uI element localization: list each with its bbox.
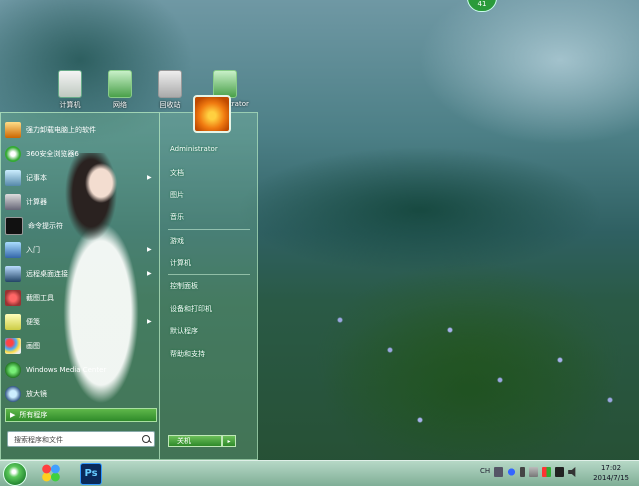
notepad-icon [5,170,21,186]
shutdown-button[interactable]: 关机 [168,435,222,447]
clock-date: 2014/7/15 [593,474,629,482]
cmd-icon [5,217,23,235]
submenu-arrow-icon: ▶ [147,318,152,325]
wallpaper-flowers [300,260,639,460]
all-programs-label: 所有程序 [19,411,48,419]
desktop-icon-recycle-bin[interactable]: 回收站 [150,70,190,110]
submenu-arrow-icon: ▶ [147,246,152,253]
keyboard-icon[interactable] [494,467,504,477]
program-label: 强力卸载电脑上的软件 [26,126,96,134]
sticky-notes-icon [5,314,21,330]
program-item[interactable]: 计算器 [5,193,47,211]
all-programs-button[interactable]: ▶ 所有程序 [5,408,157,422]
program-item[interactable]: 画图 [5,337,40,355]
taskbar: Ps CH 17:02 2014/7/15 [0,460,639,486]
getting-started-icon [5,242,21,258]
program-item[interactable]: Windows Media Center [5,361,106,379]
play-arrow-icon: ▶ [10,411,16,419]
program-label: 便笺 [26,318,40,326]
divider [168,229,250,230]
notification-badge[interactable]: 41 [467,0,497,12]
flag-icon[interactable] [542,467,552,477]
place-item-documents[interactable]: 文档 [170,168,184,178]
tray-arrow-icon[interactable] [529,467,539,477]
search-icon [142,435,150,443]
pen-icon[interactable] [520,467,526,477]
uninstall-icon [5,122,21,138]
program-label: 命令提示符 [28,222,63,230]
program-item[interactable]: 截图工具 [5,289,54,307]
desktop-icon-label: 计算机 [59,101,81,109]
start-button[interactable] [3,462,27,486]
program-item[interactable]: 命令提示符 [5,217,63,235]
start-menu-places-pane: Administrator 文档 图片 音乐 游戏 计算机 控制面板 设备和打印… [160,95,258,460]
program-item[interactable]: 强力卸载电脑上的软件 [5,121,96,139]
network-status-icon[interactable] [555,467,565,477]
place-item-games[interactable]: 游戏 [170,236,184,246]
place-item-devices-printers[interactable]: 设备和打印机 [170,304,212,314]
program-label: 入门 [26,246,40,254]
program-item[interactable]: 360安全浏览器6 [5,145,79,163]
start-menu: 强力卸载电脑上的软件 360安全浏览器6 记事本 ▶ 计算器 命令提示符 入门 … [0,95,258,460]
browser-icon [5,146,21,162]
program-item[interactable]: 入门 [5,241,40,259]
computer-icon [58,70,82,98]
clock-time: 17:02 [600,464,622,472]
program-item[interactable]: 便笺 [5,313,40,331]
place-item-pictures[interactable]: 图片 [170,190,184,200]
taskbar-app-photoshop[interactable]: Ps [80,463,102,485]
submenu-arrow-icon: ▶ [147,174,152,181]
place-item-user[interactable]: Administrator [170,145,218,153]
place-item-computer[interactable]: 计算机 [170,258,191,268]
program-item[interactable]: 放大镜 [5,385,47,403]
magnifier-icon [5,386,21,402]
remote-desktop-icon [5,266,21,282]
program-item[interactable]: 记事本 [5,169,47,187]
shutdown-options-button[interactable]: ▸ [222,435,236,447]
shutdown-label: 关机 [177,437,191,445]
program-label: 远程桌面连接 [26,270,68,278]
user-picture[interactable] [193,95,231,133]
desktop-icon-computer[interactable]: 计算机 [50,70,90,110]
clock[interactable]: 17:02 2014/7/15 [593,463,629,483]
taskbar-app-launcher[interactable] [40,463,62,483]
program-label: Windows Media Center [26,366,107,374]
program-item[interactable]: 远程桌面连接 [5,265,68,283]
system-tray: CH [480,467,577,477]
desktop-icon-label: 网络 [113,101,127,109]
network-icon [108,70,132,98]
recycle-bin-icon [158,70,182,98]
place-item-help-support[interactable]: 帮助和支持 [170,349,205,359]
paint-icon [5,338,21,354]
program-label: 画图 [26,342,40,350]
language-indicator[interactable]: CH [480,467,490,477]
help-icon[interactable] [507,467,517,477]
place-item-default-programs[interactable]: 默认程序 [170,326,198,336]
program-label: 360安全浏览器6 [26,150,79,158]
chevron-right-icon: ▸ [227,438,231,445]
desktop-icon-network[interactable]: 网络 [100,70,140,110]
user-folder-icon [213,70,237,98]
calculator-icon [5,194,21,210]
volume-icon[interactable] [568,467,576,477]
desktop-icon-label: 回收站 [159,101,181,109]
program-label: 截图工具 [26,294,54,302]
place-item-music[interactable]: 音乐 [170,212,184,222]
snipping-icon [5,290,21,306]
divider [168,274,250,275]
program-label: 放大镜 [26,390,47,398]
program-label: 计算器 [26,198,47,206]
program-label: 记事本 [26,174,47,182]
place-item-control-panel[interactable]: 控制面板 [170,281,198,291]
media-center-icon [5,362,21,378]
submenu-arrow-icon: ▶ [147,270,152,277]
start-menu-programs-pane: 强力卸载电脑上的软件 360安全浏览器6 记事本 ▶ 计算器 命令提示符 入门 … [0,112,160,460]
search-input[interactable]: 搜索程序和文件 [7,431,155,447]
search-placeholder: 搜索程序和文件 [14,436,63,444]
